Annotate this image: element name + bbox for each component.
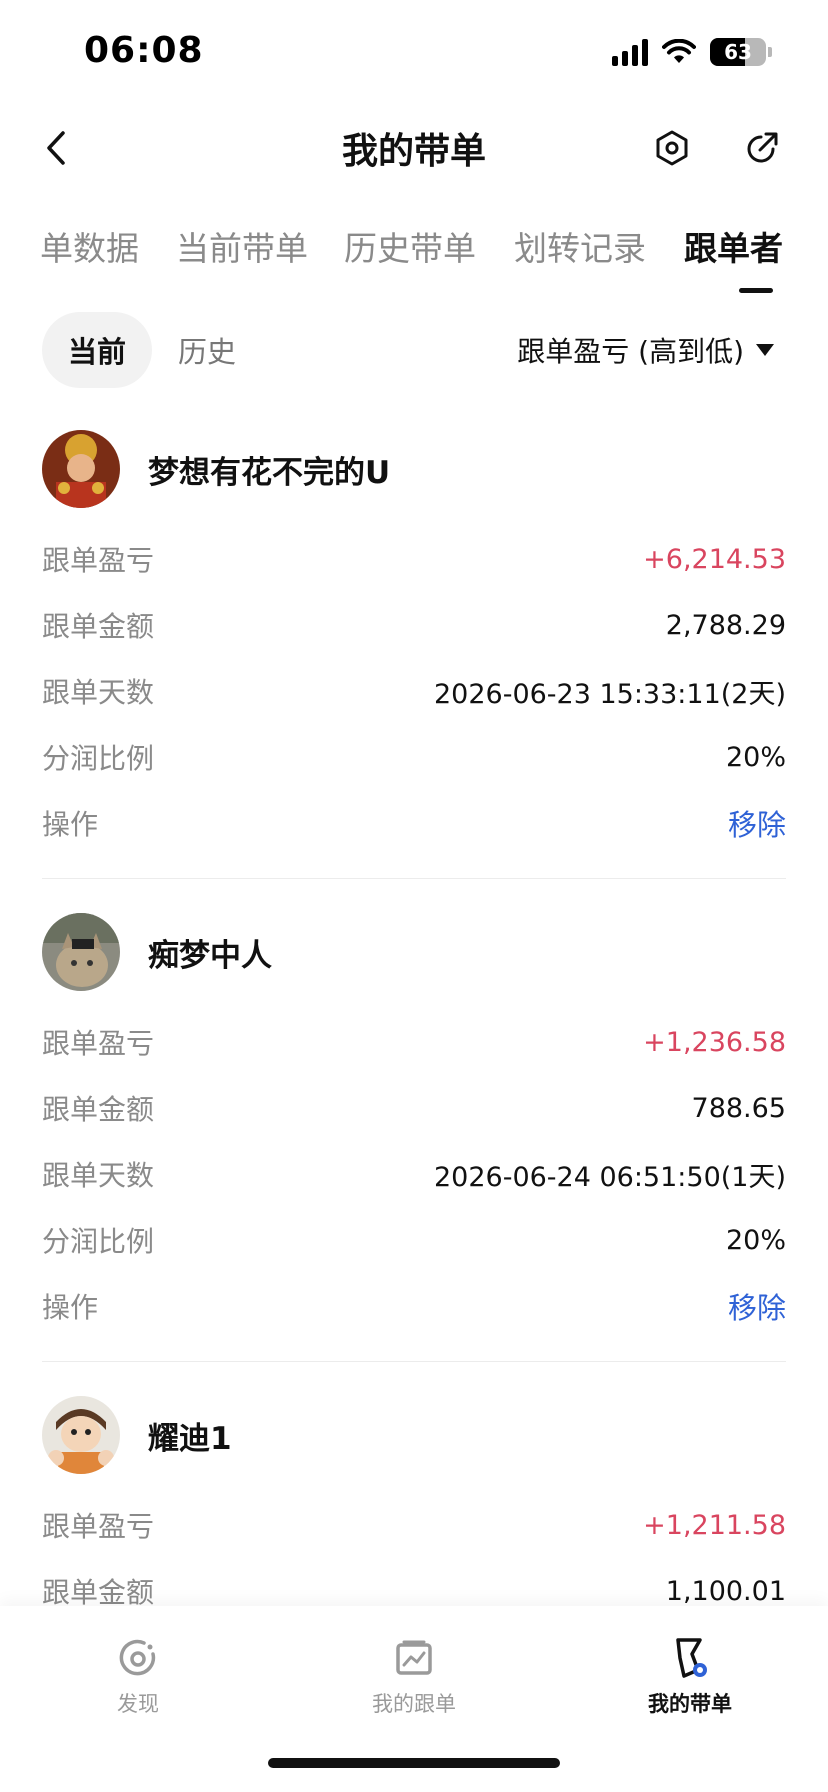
follower-header[interactable]: 梦想有花不完的U <box>42 430 390 508</box>
row-share-ratio: 分润比例 20% <box>42 1215 786 1265</box>
bottom-nav-my-leads[interactable]: 我的带单 <box>610 1636 770 1718</box>
remove-button[interactable]: 移除 <box>728 1285 786 1327</box>
value-amount: 1,100.01 <box>665 1575 786 1607</box>
avatar <box>42 913 120 991</box>
filter-bar: 当前 历史 跟单盈亏 (高到低) <box>0 312 828 388</box>
label-amount: 跟单金额 <box>42 1576 155 1609</box>
bottom-nav-label: 发现 <box>117 1692 159 1716</box>
follower-name: 痴梦中人 <box>148 937 272 974</box>
label-amount: 跟单金额 <box>42 610 155 643</box>
label-share-ratio: 分润比例 <box>42 1225 155 1258</box>
avatar <box>42 430 120 508</box>
row-action: 操作 移除 <box>42 1281 786 1331</box>
home-indicator <box>268 1758 560 1768</box>
follower-name: 梦想有花不完的U <box>148 454 391 491</box>
status-time: 06:08 <box>84 30 204 71</box>
wifi-icon <box>662 39 696 63</box>
tab-data[interactable]: 单数据 <box>40 222 139 270</box>
status-icons: 63 <box>612 38 772 66</box>
chart-box-icon <box>392 1636 436 1680</box>
label-pnl: 跟单盈亏 <box>42 1510 155 1543</box>
row-days: 跟单天数 2026-06-24 06:51:50(1天) <box>42 1149 786 1199</box>
label-action: 操作 <box>42 808 99 841</box>
row-days: 跟单天数 2026-06-23 15:33:11(2天) <box>42 666 786 716</box>
value-share-ratio: 20% <box>725 741 786 773</box>
status-bar: 06:08 63 <box>0 0 828 100</box>
row-amount: 跟单金额 788.65 <box>42 1083 786 1133</box>
label-pnl: 跟单盈亏 <box>42 1027 155 1060</box>
lead-trade-icon <box>668 1636 712 1680</box>
hexagon-gear-icon <box>656 130 688 166</box>
value-pnl: +1,236.58 <box>643 1026 786 1058</box>
tab-transfer-records[interactable]: 划转记录 <box>514 222 646 270</box>
bottom-nav-discover[interactable]: 发现 <box>58 1636 218 1718</box>
divider <box>42 1361 786 1362</box>
label-pnl: 跟单盈亏 <box>42 544 155 577</box>
label-share-ratio: 分润比例 <box>42 742 155 775</box>
row-pnl: 跟单盈亏 +6,214.53 <box>42 534 786 584</box>
active-tab-indicator <box>739 288 773 293</box>
value-pnl: +6,214.53 <box>643 543 786 575</box>
row-pnl: 跟单盈亏 +1,211.58 <box>42 1500 786 1550</box>
tab-history-leads[interactable]: 历史带单 <box>344 222 476 270</box>
tab-bar: 单数据 当前带单 历史带单 划转记录 跟单者 <box>0 222 828 293</box>
bottom-nav-label: 我的带单 <box>648 1692 732 1716</box>
battery-percent: 63 <box>724 40 752 64</box>
share-arrow-icon <box>747 132 778 163</box>
sort-dropdown[interactable]: 跟单盈亏 (高到低) <box>517 312 774 388</box>
battery-icon: 63 <box>710 38 772 66</box>
settings-button[interactable] <box>648 124 696 172</box>
follower-header[interactable]: 痴梦中人 <box>42 913 272 991</box>
divider <box>42 878 786 879</box>
value-pnl: +1,211.58 <box>643 1509 786 1541</box>
value-days: 2026-06-24 06:51:50(1天) <box>433 1161 786 1193</box>
row-share-ratio: 分润比例 20% <box>42 732 786 782</box>
label-days: 跟单天数 <box>42 676 155 709</box>
caret-down-icon <box>756 344 774 356</box>
follower-header[interactable]: 耀迪1 <box>42 1396 232 1474</box>
bottom-nav-label: 我的跟单 <box>372 1692 456 1716</box>
label-days: 跟单天数 <box>42 1159 155 1192</box>
value-share-ratio: 20% <box>725 1224 786 1256</box>
row-amount: 跟单金额 2,788.29 <box>42 600 786 650</box>
remove-button[interactable]: 移除 <box>728 802 786 844</box>
tab-current-leads[interactable]: 当前带单 <box>176 222 308 270</box>
avatar <box>42 1396 120 1474</box>
follower-name: 耀迪1 <box>148 1420 232 1457</box>
page-title: 我的带单 <box>341 131 486 172</box>
sort-label: 跟单盈亏 (高到低) <box>517 335 744 368</box>
segment-current[interactable]: 当前 <box>42 312 152 388</box>
label-action: 操作 <box>42 1291 99 1324</box>
value-amount: 2,788.29 <box>665 609 786 641</box>
bottom-nav-my-follows[interactable]: 我的跟单 <box>334 1636 494 1718</box>
tab-followers[interactable]: 跟单者 <box>684 222 783 270</box>
nav-bar: 我的带单 <box>0 110 828 186</box>
row-action: 操作 移除 <box>42 798 786 848</box>
discover-icon <box>116 1636 160 1680</box>
value-amount: 788.65 <box>691 1092 786 1124</box>
row-pnl: 跟单盈亏 +1,236.58 <box>42 1017 786 1067</box>
share-button[interactable] <box>738 124 786 172</box>
value-days: 2026-06-23 15:33:11(2天) <box>433 678 786 710</box>
cellular-signal-icon <box>612 38 648 66</box>
segment-history[interactable]: 历史 <box>178 312 236 388</box>
label-amount: 跟单金额 <box>42 1093 155 1126</box>
